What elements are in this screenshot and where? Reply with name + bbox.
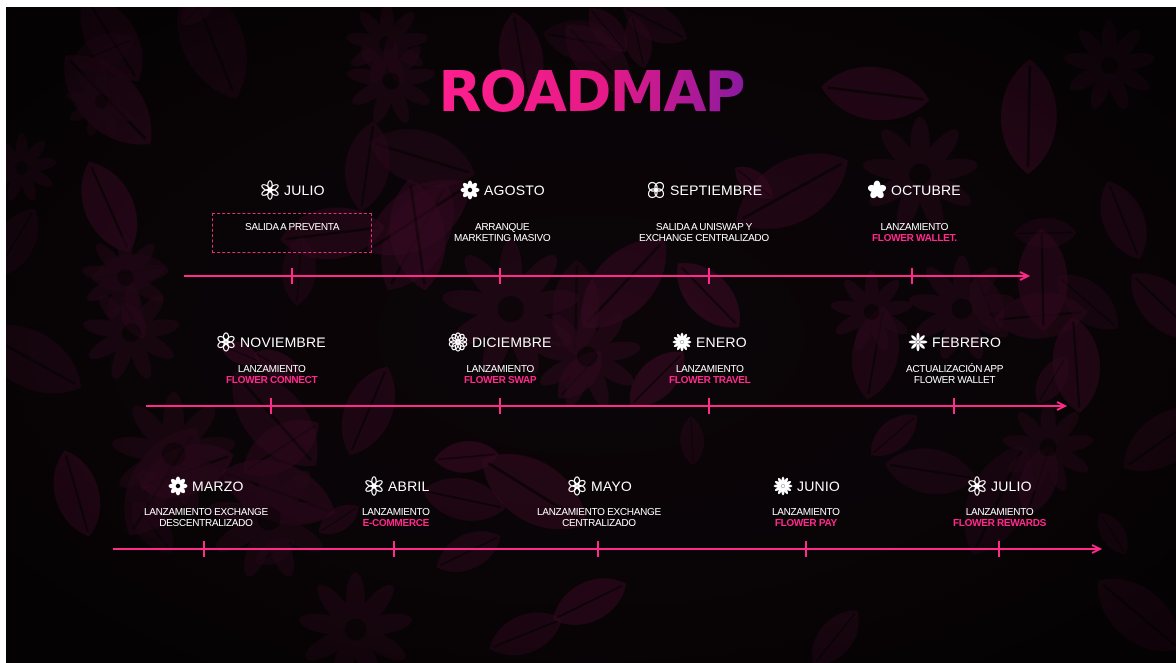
description-line: LANZAMIENTO EXCHANGE [537, 507, 661, 518]
description-line: LANZAMIENTO [675, 364, 744, 375]
month-label: SEPTIEMBRE [670, 182, 763, 198]
description-line: LANZAMIENTO [772, 507, 840, 518]
month-label: MAYO [591, 478, 632, 494]
month-label: OCTUBRE [891, 182, 961, 198]
milestone-description: LANZAMIENTO FLOWER SWAP [464, 364, 537, 386]
milestone-description: LANZAMIENTO E-COMMERCE [362, 507, 430, 529]
flower-cross-icon [908, 332, 928, 352]
flower-outline-icon [968, 476, 986, 496]
description-line: LANZAMIENTO EXCHANGE [144, 507, 268, 518]
highlight-product: FLOWER REWARDS [953, 518, 1047, 529]
month-heading: ENERO [672, 332, 747, 352]
flower-ring-icon [217, 332, 235, 352]
milestone-description: LANZAMIENTO FLOWER PAY [772, 507, 840, 529]
milestone-description: LANZAMIENTO EXCHANGE CENTRALIZADO [537, 507, 661, 529]
highlight-product: FLOWER WALLET. [872, 233, 957, 244]
month-label: JULIO [991, 478, 1032, 494]
milestone-description: LANZAMIENTO FLOWER REWARDS [953, 507, 1046, 529]
month-heading: MAYO [567, 476, 632, 496]
description-line: MARKETING MASIVO [454, 233, 551, 244]
description-line: FLOWER WALLET [913, 375, 996, 386]
month-label: ABRIL [388, 478, 430, 494]
month-heading: FEBRERO [908, 332, 1001, 352]
highlight-product: E-COMMERCE [362, 518, 430, 529]
month-heading: NOVIEMBRE [216, 332, 326, 352]
description-line: CENTRALIZADO [562, 518, 636, 529]
month-label: JUNIO [797, 478, 840, 494]
milestone-description: LANZAMIENTO EXCHANGE DESCENTRALIZADO [144, 507, 268, 529]
milestone-description: SALIDA A UNISWAP Y EXCHANGE CENTRALIZADO [639, 222, 769, 244]
month-label: ENERO [696, 334, 747, 350]
description-line: LANZAMIENTO [965, 507, 1034, 518]
flower-outline-icon [365, 476, 383, 496]
description-line: SALIDA A UNISWAP Y [655, 222, 752, 233]
milestone-description: LANZAMIENTO FLOWER WALLET. [872, 222, 957, 244]
month-label: JULIO [284, 182, 325, 198]
flower-star-icon [867, 180, 887, 199]
month-heading: SEPTIEMBRE [646, 180, 762, 200]
month-heading: JULIO [260, 180, 325, 200]
flower-burst-icon [773, 476, 793, 496]
flower-petals-icon [647, 181, 665, 199]
milestone-description: LANZAMIENTO FLOWER CONNECT [226, 364, 318, 386]
month-label: MARZO [192, 478, 244, 494]
milestone-description: LANZAMIENTO FLOWER TRAVEL [669, 364, 751, 386]
month-label: AGOSTO [484, 182, 545, 198]
highlight-product: FLOWER CONNECT [226, 375, 318, 386]
milestone-description: ARRANQUE MARKETING MASIVO [454, 222, 551, 244]
highlight-product: FLOWER SWAP [464, 375, 537, 386]
flower-filled-icon [168, 476, 188, 496]
description-line: EXCHANGE CENTRALIZADO [639, 233, 769, 244]
description-line: LANZAMIENTO [466, 364, 534, 375]
month-heading: OCTUBRE [867, 180, 961, 200]
month-heading: DICIEMBRE [448, 332, 552, 352]
month-heading: AGOSTO [460, 180, 545, 200]
flower-ring-icon [568, 476, 586, 496]
milestone-description: ACTUALIZACIÓN APP FLOWER WALLET [906, 364, 1003, 386]
description-line: ARRANQUE [475, 222, 530, 233]
month-heading: JULIO [967, 476, 1032, 496]
milestone-description: SALIDA A PREVENTA [245, 222, 340, 233]
roadmap-slide: ROADMAP JULIO SALIDA A PREVENTA AGOSTO ARRA… [6, 7, 1176, 663]
month-label: NOVIEMBRE [240, 334, 326, 350]
flower-filled-icon [460, 180, 480, 200]
description-line: LANZAMIENTO [362, 507, 430, 518]
month-heading: ABRIL [364, 476, 429, 496]
month-heading: JUNIO [773, 476, 840, 496]
month-label: FEBRERO [932, 334, 1002, 350]
flower-burst-icon [672, 332, 692, 352]
highlight-product: FLOWER PAY [774, 518, 837, 529]
description-line: LANZAMIENTO [880, 222, 949, 233]
flower-outline-icon [261, 180, 279, 200]
description-line: LANZAMIENTO [237, 364, 306, 375]
month-heading: MARZO [168, 476, 244, 496]
month-label: DICIEMBRE [472, 334, 552, 350]
highlight-product: FLOWER TRAVEL [669, 375, 751, 386]
flower-mandala-icon [448, 332, 468, 352]
description-line: ACTUALIZACIÓN APP [906, 364, 1004, 375]
description-line: DESCENTRALIZADO [159, 518, 253, 529]
description-line: SALIDA A PREVENTA [245, 222, 340, 233]
